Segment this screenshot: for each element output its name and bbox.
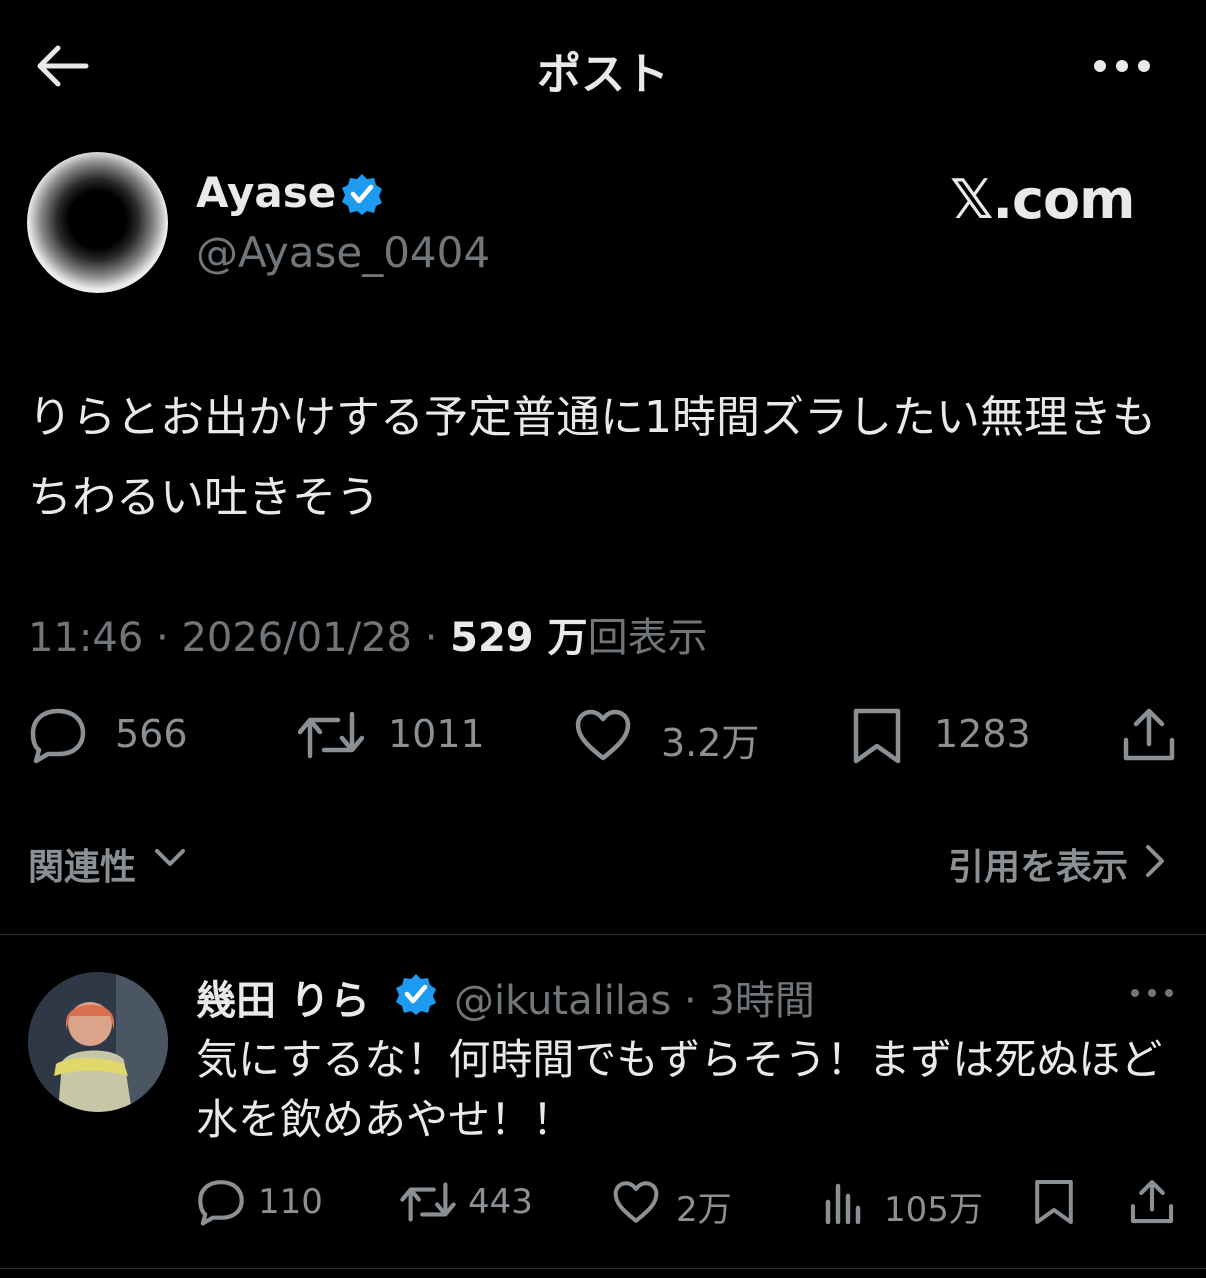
verified-badge-icon — [342, 174, 382, 215]
reply-view-count[interactable]: 105万 — [884, 1182, 983, 1231]
sort-dropdown[interactable]: 関連性 — [28, 838, 136, 890]
share-icon[interactable] — [1128, 1178, 1176, 1226]
divider — [0, 934, 1206, 935]
reply-text: 気にするな！何時間でもずらそう！まずは死ぬほど水を飲めあやせ！！ — [196, 1035, 1163, 1144]
post-text: りらとお出かけする予定普通に1時間ズラしたい無理きもちわるい吐きそう — [28, 392, 1156, 523]
author-name[interactable]: Ayase — [196, 168, 336, 217]
post-meta: 11:46 · 2026/01/28 · 529 万回表示 — [28, 605, 708, 663]
bookmark-icon[interactable] — [1032, 1178, 1076, 1226]
reply-icon[interactable] — [196, 1178, 246, 1226]
avatar[interactable] — [27, 152, 168, 293]
person-photo — [28, 972, 168, 1112]
reply-like-count[interactable]: 2万 — [676, 1182, 732, 1231]
repost-count[interactable]: 1011 — [388, 712, 485, 756]
heart-icon[interactable] — [574, 708, 632, 762]
post-time: 11:46 — [28, 615, 144, 661]
meta-separator: · — [424, 615, 438, 661]
views-chart-icon[interactable] — [824, 1180, 864, 1224]
reply-count[interactable]: 566 — [115, 712, 188, 756]
repost-icon[interactable] — [298, 706, 364, 764]
x-com-watermark: 𝕏.com — [950, 168, 1135, 231]
page-title: ポスト — [537, 49, 669, 100]
view-quotes-link[interactable]: 引用を表示 — [948, 838, 1128, 890]
verified-badge-icon — [396, 974, 436, 1015]
reply-reply-count[interactable]: 110 — [258, 1182, 323, 1222]
chevron-down-icon[interactable] — [152, 846, 188, 870]
author-handle[interactable]: @Ayase_0404 — [196, 228, 490, 277]
bookmark-count[interactable]: 1283 — [934, 712, 1031, 756]
more-horizontal-icon[interactable] — [1092, 56, 1152, 76]
bookmark-icon[interactable] — [850, 706, 904, 766]
share-icon[interactable] — [1120, 706, 1178, 764]
reply-repost-count[interactable]: 443 — [468, 1182, 533, 1222]
reply-author-name[interactable]: 幾田 りら — [196, 968, 370, 1026]
heart-icon[interactable] — [612, 1180, 660, 1224]
view-label: 回表示 — [587, 615, 708, 661]
like-count[interactable]: 3.2万 — [661, 712, 759, 767]
reply-avatar[interactable] — [28, 972, 168, 1112]
divider — [0, 1268, 1206, 1269]
meta-separator: · — [156, 615, 169, 661]
chevron-right-icon[interactable] — [1142, 842, 1168, 880]
post-date: 2026/01/28 — [181, 615, 412, 661]
reply-icon[interactable] — [28, 706, 88, 764]
more-horizontal-icon[interactable] — [1130, 986, 1174, 1000]
view-count[interactable]: 529 万 — [450, 615, 587, 661]
repost-icon[interactable] — [400, 1178, 456, 1226]
reply-author-handle: @ikutalilas · 3時間 — [454, 978, 815, 1024]
